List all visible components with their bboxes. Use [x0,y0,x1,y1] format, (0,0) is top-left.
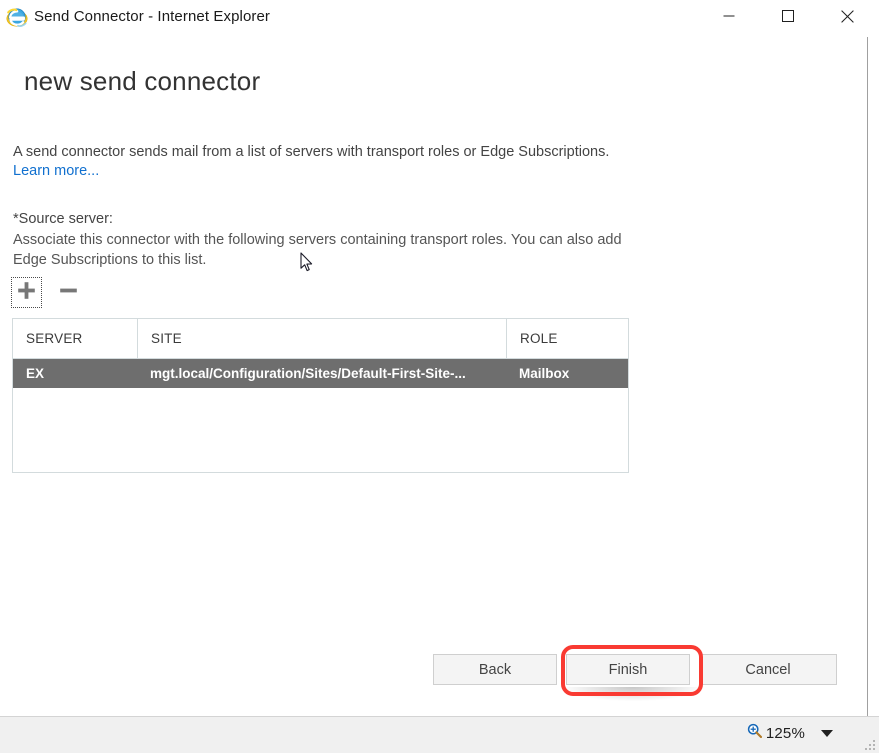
chevron-down-icon[interactable] [821,729,833,737]
minimize-button[interactable] [706,0,752,32]
plus-icon [17,281,36,303]
add-server-button[interactable] [11,276,42,308]
finish-button[interactable]: Finish [566,654,690,685]
finish-highlight-shadow [563,687,703,701]
source-server-label: *Source server: [13,211,113,227]
internet-explorer-icon [6,7,28,29]
minus-icon [59,281,78,303]
zoom-control[interactable]: 125% [747,723,833,743]
column-header-role[interactable]: ROLE [506,319,628,358]
cell-site: mgt.local/Configuration/Sites/Default-Fi… [150,366,466,381]
learn-more-link[interactable]: Learn more... [13,163,99,179]
cancel-button[interactable]: Cancel [699,654,837,685]
status-bar: 125% [0,716,879,753]
window-titlebar: Send Connector - Internet Explorer [0,0,879,37]
zoom-magnifier-icon [747,723,762,743]
source-server-table: SERVER SITE ROLE EX mgt.local/Configurat… [12,318,629,473]
intro-paragraph: A send connector sends mail from a list … [13,144,610,160]
dialog-content: new send connector A send connector send… [0,37,868,716]
source-server-description: Associate this connector with the follow… [13,232,622,268]
table-body: EX mgt.local/Configuration/Sites/Default… [13,359,628,388]
cell-server: EX [26,366,45,381]
close-button[interactable] [824,0,870,32]
table-row[interactable]: EX mgt.local/Configuration/Sites/Default… [13,359,628,388]
resize-grip-icon[interactable] [864,738,876,750]
window-title: Send Connector - Internet Explorer [34,8,271,25]
zoom-level-label: 125% [765,724,805,742]
remove-server-button[interactable] [53,277,84,308]
page-title: new send connector [24,66,261,96]
column-header-site[interactable]: SITE [137,319,506,358]
close-icon [840,9,854,23]
list-toolbar [11,276,84,308]
back-button[interactable]: Back [433,654,557,685]
table-header-row: SERVER SITE ROLE [13,319,628,359]
column-header-server[interactable]: SERVER [13,319,137,358]
maximize-icon [782,10,794,22]
cell-role: Mailbox [519,366,570,381]
maximize-button[interactable] [765,0,811,32]
minimize-icon [723,10,735,22]
